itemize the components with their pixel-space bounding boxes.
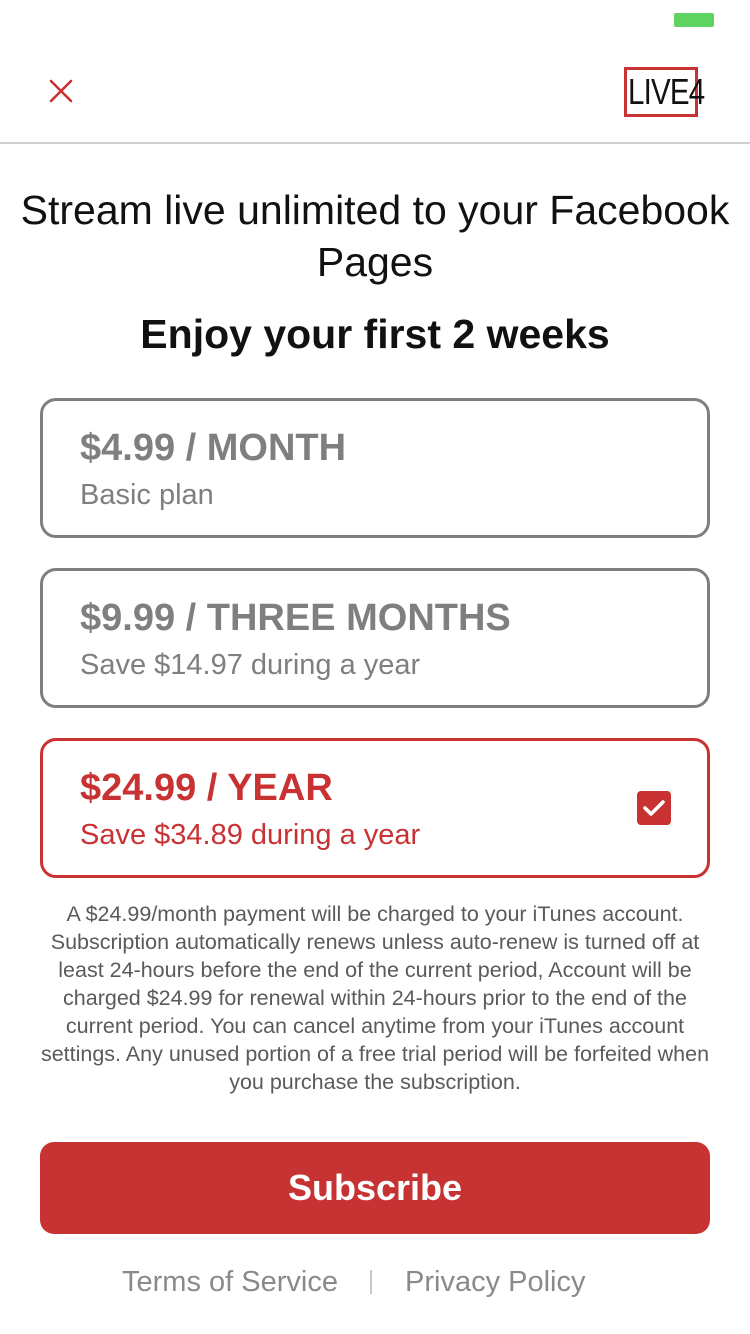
plan-price: $24.99 / YEAR	[80, 767, 333, 809]
checkbox-checked-icon[interactable]	[637, 791, 671, 825]
checkmark-icon	[643, 800, 665, 816]
plan-option-three-months[interactable]: $9.99 / THREE MONTHS Save $14.97 during …	[40, 568, 710, 708]
app-logo: LIVE4	[624, 67, 710, 117]
subscribe-button[interactable]: Subscribe	[40, 1142, 710, 1234]
plan-price: $9.99 / THREE MONTHS	[80, 597, 511, 639]
plan-description: Basic plan	[80, 479, 214, 511]
footer-links: Terms of Service Privacy Policy	[0, 1266, 750, 1306]
close-icon	[49, 79, 73, 103]
page-subtitle: Enjoy your first 2 weeks	[140, 311, 610, 357]
plan-price: $4.99 / MONTH	[80, 427, 347, 469]
page-title: Stream live unlimited to your Facebook P…	[20, 187, 730, 285]
plan-option-yearly[interactable]: $24.99 / YEAR Save $34.89 during a year	[40, 738, 710, 878]
terms-of-service-link[interactable]: Terms of Service	[122, 1266, 338, 1299]
plan-description: Save $34.89 during a year	[80, 819, 421, 851]
privacy-policy-link[interactable]: Privacy Policy	[405, 1266, 586, 1299]
legal-disclaimer: A $24.99/month payment will be charged t…	[40, 902, 710, 1094]
plan-description: Save $14.97 during a year	[80, 649, 421, 681]
footer-divider	[370, 1270, 372, 1294]
status-bar	[0, 0, 750, 40]
top-bar: LIVE4	[0, 40, 750, 144]
logo-text: LIVE4	[628, 71, 705, 112]
plan-option-monthly[interactable]: $4.99 / MONTH Basic plan	[40, 398, 710, 538]
close-button[interactable]	[42, 72, 82, 112]
battery-icon	[674, 13, 714, 27]
